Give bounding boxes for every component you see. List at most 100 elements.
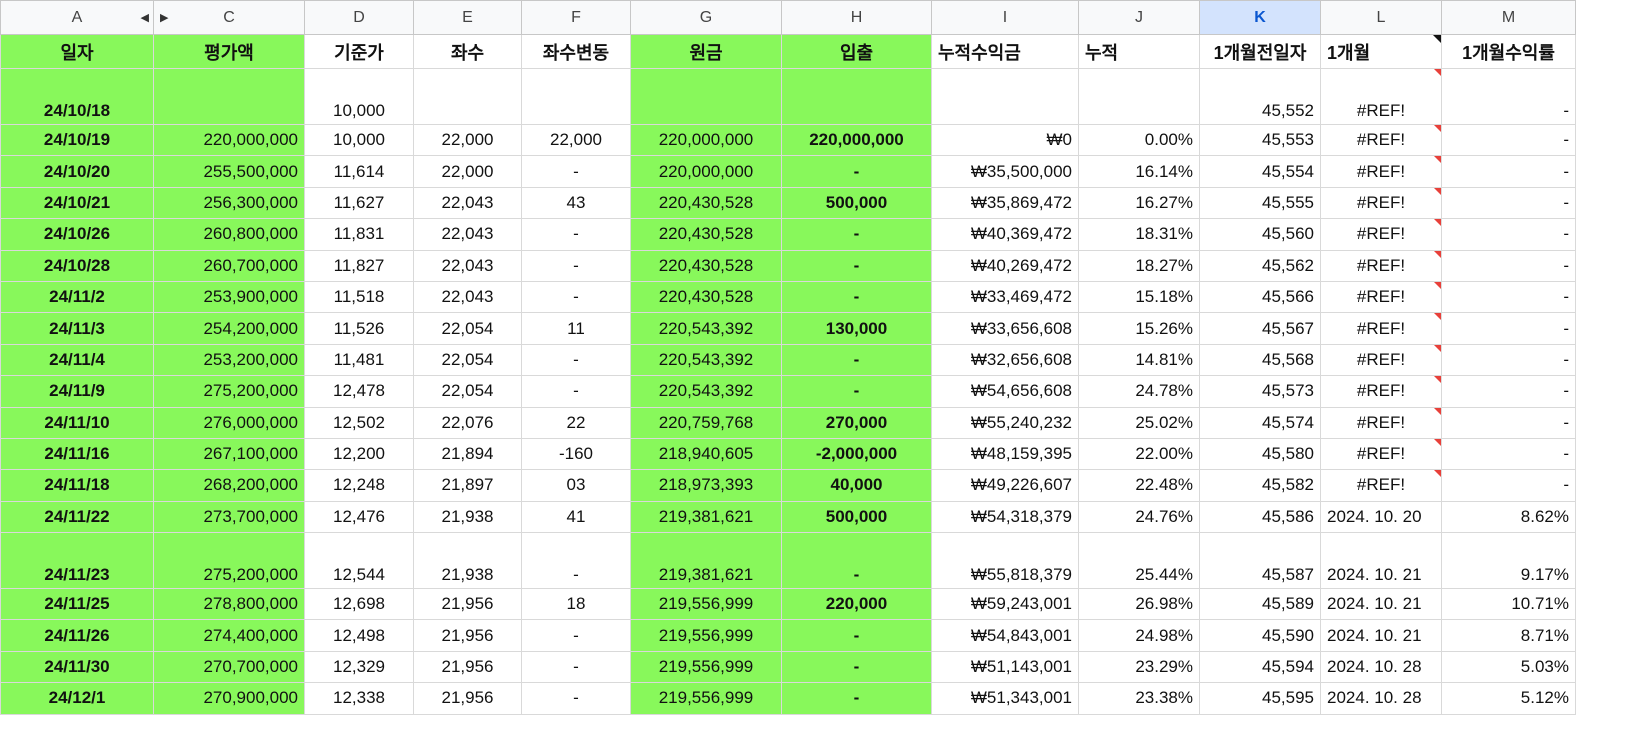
cell-nav[interactable]: 11,831 bbox=[304, 218, 414, 251]
cell-change[interactable]: - bbox=[521, 619, 631, 652]
cell-change[interactable]: - bbox=[521, 650, 631, 684]
cell-cum_pct[interactable]: 15.18% bbox=[1078, 280, 1200, 314]
cell-date[interactable]: 24/11/30 bbox=[0, 650, 154, 684]
cell-month[interactable]: #REF! bbox=[1320, 437, 1442, 471]
cell-month_ret[interactable]: - bbox=[1441, 155, 1576, 188]
header-cell-nav[interactable]: 기준가 bbox=[304, 34, 414, 69]
cell-cum_pct[interactable]: 22.48% bbox=[1078, 469, 1200, 502]
cell-change[interactable]: -160 bbox=[521, 437, 631, 471]
cell-units[interactable]: 21,897 bbox=[413, 469, 522, 502]
cell-cum_pct[interactable]: 23.29% bbox=[1078, 650, 1200, 684]
cell-cum_pct[interactable]: 16.27% bbox=[1078, 186, 1200, 220]
cell-cum_profit[interactable]: ₩33,656,608 bbox=[931, 312, 1079, 345]
cell-flow[interactable]: - bbox=[781, 280, 932, 314]
cell-nav[interactable]: 12,698 bbox=[304, 588, 414, 621]
column-header-l[interactable]: L bbox=[1320, 0, 1442, 35]
cell-prev_date[interactable]: 45,566 bbox=[1199, 280, 1321, 314]
cell-cum_profit[interactable]: ₩35,869,472 bbox=[931, 186, 1079, 220]
cell-cum_profit[interactable]: ₩51,143,001 bbox=[931, 650, 1079, 684]
column-header-k[interactable]: K bbox=[1199, 0, 1321, 35]
cell-cum_profit[interactable]: ₩54,656,608 bbox=[931, 375, 1079, 408]
cell-change[interactable]: - bbox=[521, 343, 631, 377]
header-cell-flow[interactable]: 입출 bbox=[781, 34, 932, 69]
cell-change[interactable]: - bbox=[521, 375, 631, 408]
cell-flow[interactable] bbox=[781, 68, 932, 125]
header-cell-cum_pct[interactable]: 누적 bbox=[1078, 34, 1200, 69]
header-cell-change[interactable]: 좌수변동 bbox=[521, 34, 631, 69]
cell-change[interactable]: 11 bbox=[521, 312, 631, 345]
cell-principal[interactable]: 220,000,000 bbox=[630, 123, 782, 157]
cell-change[interactable]: 18 bbox=[521, 588, 631, 621]
cell-nav[interactable]: 11,518 bbox=[304, 280, 414, 314]
cell-prev_date[interactable]: 45,573 bbox=[1199, 375, 1321, 408]
cell-nav[interactable]: 10,000 bbox=[304, 68, 414, 125]
cell-units[interactable]: 22,054 bbox=[413, 375, 522, 408]
cell-principal[interactable]: 219,556,999 bbox=[630, 619, 782, 652]
cell-date[interactable]: 24/10/26 bbox=[0, 218, 154, 251]
cell-units[interactable] bbox=[413, 68, 522, 125]
cell-units[interactable]: 22,043 bbox=[413, 218, 522, 251]
cell-month_ret[interactable]: - bbox=[1441, 123, 1576, 157]
cell-month_ret[interactable]: - bbox=[1441, 343, 1576, 377]
cell-cum_pct[interactable] bbox=[1078, 68, 1200, 125]
cell-month[interactable]: #REF! bbox=[1320, 375, 1442, 408]
cell-principal[interactable]: 220,430,528 bbox=[630, 280, 782, 314]
cell-principal[interactable]: 220,543,392 bbox=[630, 312, 782, 345]
cell-value[interactable]: 260,800,000 bbox=[153, 218, 305, 251]
cell-cum_profit[interactable]: ₩54,318,379 bbox=[931, 500, 1079, 534]
header-cell-prev_date[interactable]: 1개월전일자 bbox=[1199, 34, 1321, 69]
cell-flow[interactable]: - bbox=[781, 532, 932, 590]
cell-cum_profit[interactable]: ₩48,159,395 bbox=[931, 437, 1079, 471]
cell-cum_profit[interactable]: ₩32,656,608 bbox=[931, 343, 1079, 377]
cell-cum_pct[interactable]: 16.14% bbox=[1078, 155, 1200, 188]
cell-cum_profit[interactable]: ₩51,343,001 bbox=[931, 682, 1079, 715]
cell-change[interactable] bbox=[521, 68, 631, 125]
cell-value[interactable]: 274,400,000 bbox=[153, 619, 305, 652]
cell-date[interactable]: 24/11/23 bbox=[0, 532, 154, 590]
cell-month_ret[interactable]: 5.03% bbox=[1441, 650, 1576, 684]
cell-cum_profit[interactable]: ₩40,269,472 bbox=[931, 249, 1079, 282]
cell-change[interactable]: 22,000 bbox=[521, 123, 631, 157]
cell-prev_date[interactable]: 45,555 bbox=[1199, 186, 1321, 220]
cell-month_ret[interactable]: - bbox=[1441, 469, 1576, 502]
cell-principal[interactable] bbox=[630, 68, 782, 125]
cell-units[interactable]: 22,054 bbox=[413, 312, 522, 345]
cell-month[interactable]: #REF! bbox=[1320, 186, 1442, 220]
cell-units[interactable]: 22,043 bbox=[413, 249, 522, 282]
cell-date[interactable]: 24/11/4 bbox=[0, 343, 154, 377]
cell-value[interactable]: 256,300,000 bbox=[153, 186, 305, 220]
cell-month_ret[interactable]: - bbox=[1441, 437, 1576, 471]
cell-value[interactable]: 254,200,000 bbox=[153, 312, 305, 345]
cell-change[interactable]: - bbox=[521, 532, 631, 590]
cell-cum_profit[interactable]: ₩49,226,607 bbox=[931, 469, 1079, 502]
cell-month_ret[interactable]: 10.71% bbox=[1441, 588, 1576, 621]
cell-date[interactable]: 24/10/21 bbox=[0, 186, 154, 220]
cell-month[interactable]: #REF! bbox=[1320, 469, 1442, 502]
cell-prev_date[interactable]: 45,567 bbox=[1199, 312, 1321, 345]
cell-value[interactable]: 276,000,000 bbox=[153, 406, 305, 439]
cell-change[interactable]: 22 bbox=[521, 406, 631, 439]
cell-month_ret[interactable]: 8.62% bbox=[1441, 500, 1576, 534]
cell-nav[interactable]: 12,478 bbox=[304, 375, 414, 408]
cell-date[interactable]: 24/11/16 bbox=[0, 437, 154, 471]
cell-date[interactable]: 24/11/10 bbox=[0, 406, 154, 439]
cell-units[interactable]: 21,956 bbox=[413, 650, 522, 684]
cell-value[interactable]: 253,900,000 bbox=[153, 280, 305, 314]
cell-units[interactable]: 21,938 bbox=[413, 532, 522, 590]
cell-flow[interactable]: 220,000,000 bbox=[781, 123, 932, 157]
cell-cum_pct[interactable]: 23.38% bbox=[1078, 682, 1200, 715]
cell-flow[interactable]: - bbox=[781, 343, 932, 377]
cell-value[interactable]: 278,800,000 bbox=[153, 588, 305, 621]
column-header-i[interactable]: I bbox=[931, 0, 1079, 35]
cell-flow[interactable]: - bbox=[781, 619, 932, 652]
cell-principal[interactable]: 219,381,621 bbox=[630, 532, 782, 590]
cell-flow[interactable]: - bbox=[781, 155, 932, 188]
cell-flow[interactable]: - bbox=[781, 218, 932, 251]
cell-value[interactable]: 270,700,000 bbox=[153, 650, 305, 684]
cell-principal[interactable]: 220,430,528 bbox=[630, 218, 782, 251]
cell-month_ret[interactable]: 5.12% bbox=[1441, 682, 1576, 715]
cell-nav[interactable]: 12,498 bbox=[304, 619, 414, 652]
cell-value[interactable]: 255,500,000 bbox=[153, 155, 305, 188]
cell-cum_pct[interactable]: 26.98% bbox=[1078, 588, 1200, 621]
cell-value[interactable] bbox=[153, 68, 305, 125]
